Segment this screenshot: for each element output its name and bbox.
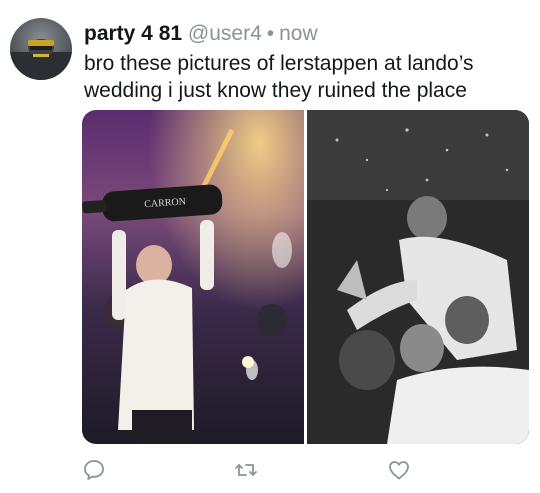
reply-icon[interactable]	[82, 458, 106, 482]
separator-dot: •	[266, 22, 275, 45]
media-grid: CARRON	[82, 110, 529, 444]
retweet-icon[interactable]	[234, 458, 258, 482]
like-icon[interactable]	[387, 458, 411, 482]
avatar[interactable]	[10, 18, 72, 80]
tweet-text: bro these pictures of lerstappen at land…	[84, 52, 474, 102]
user-handle[interactable]: @user4	[188, 22, 262, 45]
timestamp[interactable]: now	[279, 22, 318, 45]
display-name[interactable]: party 4 81	[84, 22, 182, 45]
tweet-actions	[82, 458, 412, 482]
tweet-header: party 4 81 @user4 • now	[84, 20, 318, 48]
photo-nightclub-celebration[interactable]: CARRON	[82, 110, 304, 444]
photo-black-and-white-lift[interactable]	[307, 110, 529, 444]
